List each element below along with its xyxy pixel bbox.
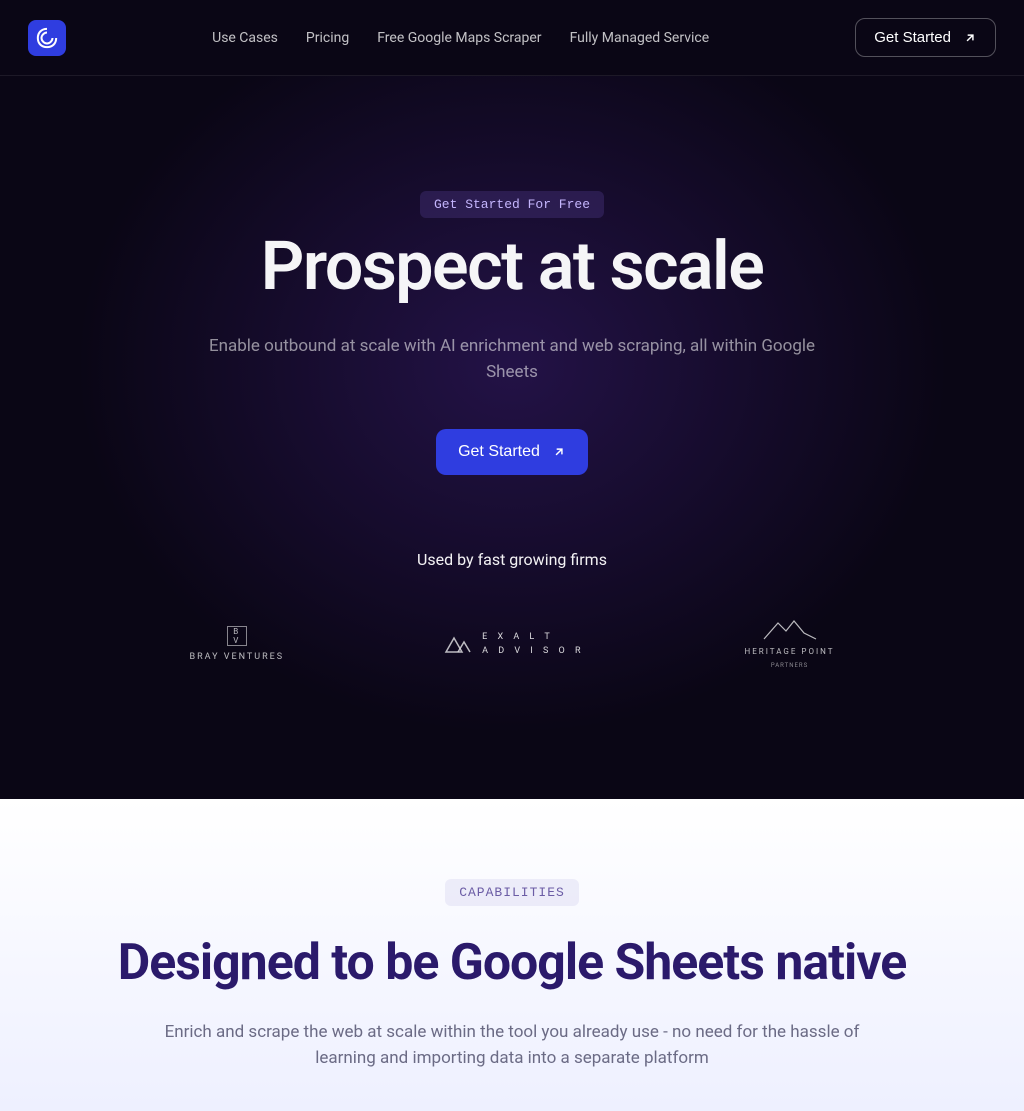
hero-get-started-button[interactable]: Get Started bbox=[436, 429, 588, 475]
swirl-icon bbox=[36, 27, 58, 49]
capabilities-tag: CAPABILITIES bbox=[445, 879, 579, 906]
header-get-started-button[interactable]: Get Started bbox=[855, 18, 996, 57]
firm-tagline: PARTNERS bbox=[771, 662, 808, 669]
capabilities-title: Designed to be Google Sheets native bbox=[40, 934, 984, 992]
button-label: Get Started bbox=[874, 29, 951, 46]
mountain-icon bbox=[760, 619, 820, 641]
hero-pill[interactable]: Get Started For Free bbox=[420, 191, 604, 218]
site-header: Use Cases Pricing Free Google Maps Scrap… bbox=[0, 0, 1024, 76]
firm-logo-heritage: HERITAGE POINT PARTNERS bbox=[745, 619, 835, 669]
firm-logo-bray: BV BRAY VENTURES bbox=[189, 626, 284, 662]
main-nav: Use Cases Pricing Free Google Maps Scrap… bbox=[212, 30, 709, 46]
firm-name-line2: A D V I S O R bbox=[482, 644, 584, 658]
arrow-icon bbox=[963, 31, 977, 45]
hero-section: Get Started For Free Prospect at scale E… bbox=[0, 76, 1024, 799]
hero-subtitle: Enable outbound at scale with AI enrichm… bbox=[202, 334, 822, 385]
firm-logo-exalt: E X A L T A D V I S O R bbox=[444, 630, 584, 659]
firm-name: BRAY VENTURES bbox=[189, 652, 284, 662]
nav-managed[interactable]: Fully Managed Service bbox=[570, 30, 710, 46]
hero-title: Prospect at scale bbox=[40, 226, 984, 306]
capabilities-subtitle: Enrich and scrape the web at scale withi… bbox=[152, 1020, 872, 1071]
firm-name: HERITAGE POINT bbox=[745, 647, 835, 656]
firm-logos: BV BRAY VENTURES E X A L T A D V I S O R… bbox=[40, 619, 984, 669]
nav-pricing[interactable]: Pricing bbox=[306, 30, 349, 46]
nav-scraper[interactable]: Free Google Maps Scraper bbox=[377, 30, 541, 46]
nav-use-cases[interactable]: Use Cases bbox=[212, 30, 278, 46]
arrow-icon bbox=[552, 445, 566, 459]
social-proof: Used by fast growing firms BV BRAY VENTU… bbox=[40, 550, 984, 669]
bray-box-icon: BV bbox=[227, 626, 247, 646]
capabilities-section: CAPABILITIES Designed to be Google Sheet… bbox=[0, 799, 1024, 1111]
button-label: Get Started bbox=[458, 443, 540, 461]
social-proof-label: Used by fast growing firms bbox=[40, 550, 984, 569]
logo[interactable] bbox=[28, 20, 66, 56]
triangle-icon bbox=[444, 634, 472, 654]
firm-name-line1: E X A L T bbox=[482, 630, 584, 644]
